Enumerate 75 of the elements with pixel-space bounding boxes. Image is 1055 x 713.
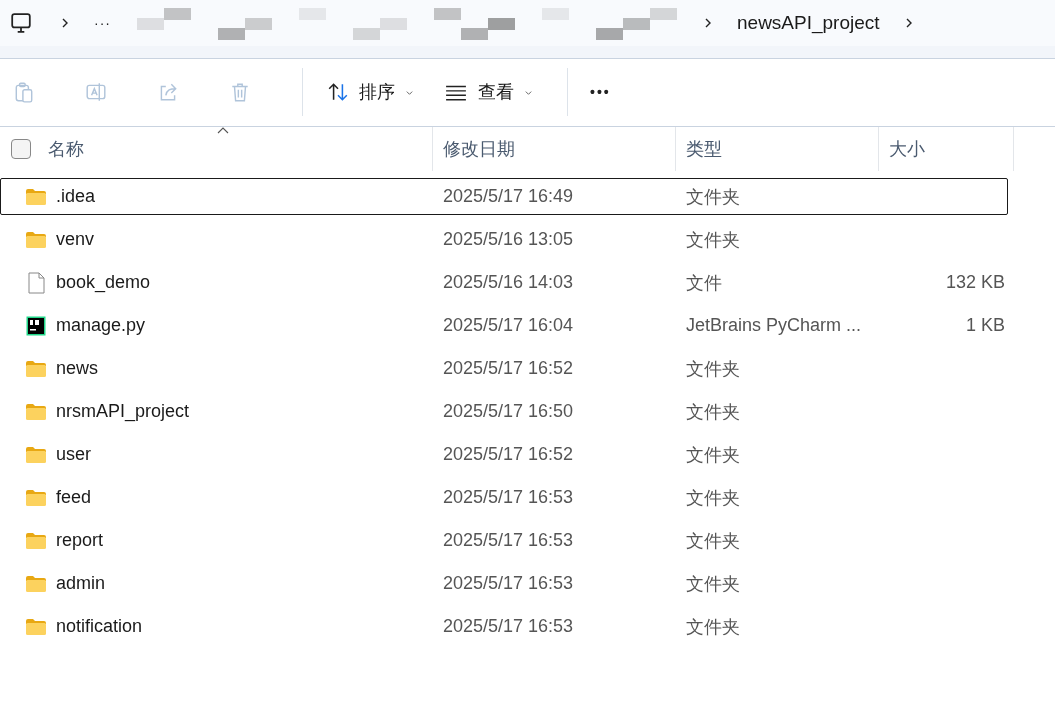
file-row[interactable]: user 2025/5/17 16:52 文件夹	[0, 436, 1008, 473]
file-row[interactable]: report 2025/5/17 16:53 文件夹	[0, 522, 1008, 559]
sort-menu-button[interactable]: 排序	[317, 74, 424, 110]
file-row[interactable]: feed 2025/5/17 16:53 文件夹	[0, 479, 1008, 516]
type-cell-text: 文件夹	[685, 228, 741, 252]
type-cell-text: 文件夹	[685, 357, 741, 381]
date-cell-text: 2025/5/16 14:03	[442, 272, 575, 293]
clipboard-icon	[13, 81, 35, 103]
file-row[interactable]: venv 2025/5/16 13:05 文件夹	[0, 221, 1008, 258]
file-name: user	[56, 444, 91, 465]
file-name: manage.py	[56, 315, 146, 336]
date-cell-text: 2025/5/17 16:53	[442, 530, 575, 551]
folder-icon	[25, 187, 47, 206]
date-cell-text: 2025/5/17 16:52	[442, 358, 575, 379]
date-cell-text: 2025/5/17 16:53	[442, 573, 575, 594]
size-cell: 1 KB	[965, 315, 1005, 336]
folder-icon	[25, 402, 47, 421]
file-row[interactable]: book_demo 2025/5/16 14:03 文件 132 KB	[0, 264, 1008, 301]
pycharm-file-icon	[25, 315, 47, 336]
size-cell: 132 KB	[945, 272, 1005, 293]
file-row[interactable]: nrsmAPI_project 2025/5/17 16:50 文件夹	[0, 393, 1008, 430]
column-header[interactable]: 大小	[879, 127, 1014, 171]
trash-icon	[229, 81, 251, 103]
file-icon	[25, 271, 47, 294]
type-cell-text: 文件夹	[685, 185, 741, 209]
type-cell-text: 文件夹	[685, 615, 741, 639]
file-name: admin	[56, 573, 106, 594]
breadcrumb-item[interactable]: newsAPI_project	[737, 12, 880, 34]
type-cell-text: 文件	[685, 271, 723, 295]
type-cell-text: JetBrains PyCharm ...	[685, 315, 863, 336]
file-row[interactable]: admin 2025/5/17 16:53 文件夹	[0, 565, 1008, 602]
computer-icon[interactable]	[10, 12, 32, 34]
more-button[interactable]: •••	[582, 78, 619, 106]
file-name: news	[56, 358, 99, 379]
chevron-icon[interactable]	[703, 17, 713, 29]
sort-caret-icon	[217, 127, 229, 134]
folder-icon	[25, 574, 47, 593]
date-cell-text: 2025/5/17 16:04	[442, 315, 575, 336]
file-name: venv	[56, 229, 95, 250]
file-row[interactable]: manage.py 2025/5/17 16:04 JetBrains PyCharm ... 1 KB	[0, 307, 1008, 344]
date-cell-text: 2025/5/17 16:49	[442, 186, 575, 207]
file-name: nrsmAPI_project	[56, 401, 190, 422]
folder-icon	[25, 230, 47, 249]
folder-icon	[25, 531, 47, 550]
date-cell-text: 2025/5/17 16:53	[442, 616, 575, 637]
folder-icon	[25, 488, 47, 507]
type-cell-text: 文件夹	[685, 486, 741, 510]
chevron-icon[interactable]	[60, 17, 70, 29]
folder-icon	[25, 359, 47, 378]
column-header[interactable]: 名称	[0, 127, 433, 171]
type-cell-text: 文件夹	[685, 529, 741, 553]
file-name: book_demo	[56, 272, 151, 293]
file-name: notification	[56, 616, 143, 637]
column-header[interactable]: 类型	[676, 127, 879, 171]
file-name: feed	[56, 487, 92, 508]
column-header[interactable]: 修改日期	[433, 127, 676, 171]
rename-icon	[85, 81, 107, 103]
type-cell-text: 文件夹	[685, 572, 741, 596]
type-cell-text: 文件夹	[685, 400, 741, 424]
sort-arrows-icon	[327, 81, 349, 103]
date-cell-text: 2025/5/17 16:50	[442, 401, 575, 422]
date-cell-text: 2025/5/17 16:52	[442, 444, 575, 465]
view-menu-button[interactable]: 查看	[434, 74, 543, 110]
file-name: .idea	[56, 186, 96, 207]
folder-icon	[25, 445, 47, 464]
select-all-checkbox[interactable]	[11, 139, 31, 159]
file-row[interactable]: news 2025/5/17 16:52 文件夹	[0, 350, 1008, 387]
file-name: report	[56, 530, 104, 551]
date-cell-text: 2025/5/17 16:53	[442, 487, 575, 508]
date-cell-text: 2025/5/16 13:05	[442, 229, 575, 250]
type-cell-text: 文件夹	[685, 443, 741, 467]
file-row[interactable]: .idea 2025/5/17 16:49 文件夹	[0, 178, 1008, 215]
overflow-button[interactable]: ···	[94, 15, 111, 31]
file-row[interactable]: notification 2025/5/17 16:53 文件夹	[0, 608, 1008, 645]
folder-icon	[25, 617, 47, 636]
